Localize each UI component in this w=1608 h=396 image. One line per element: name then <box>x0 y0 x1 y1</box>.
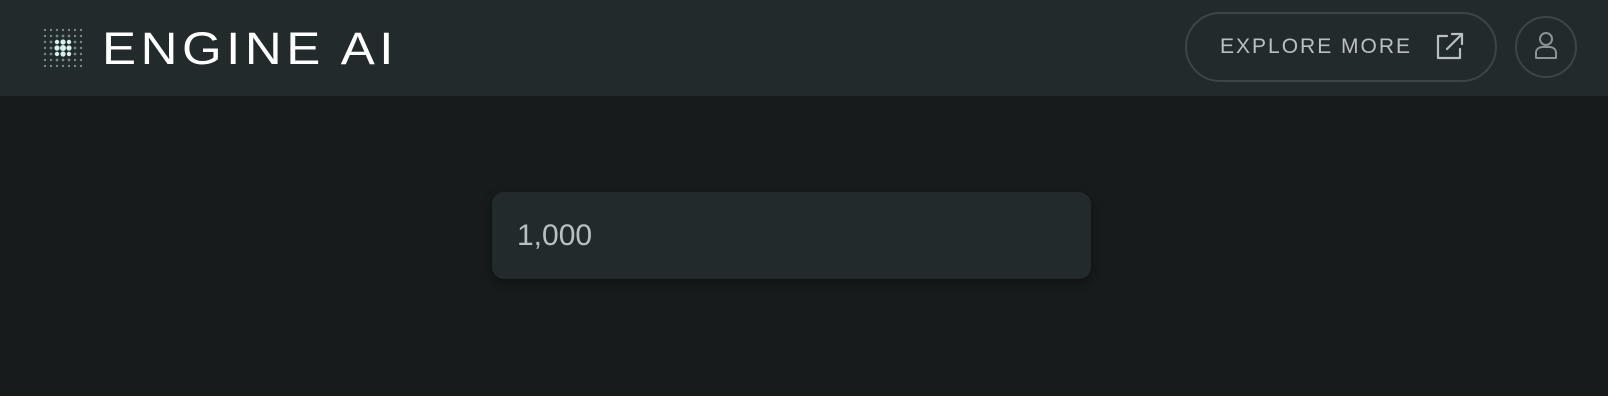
brand[interactable]: ENGINE AI <box>42 26 400 70</box>
external-link-icon <box>1432 30 1466 64</box>
brand-name: ENGINE AI <box>102 27 398 69</box>
explore-more-label: EXPLORE MORE <box>1220 35 1413 58</box>
field-value: 1,000 <box>517 218 593 252</box>
top-header: ENGINE AI EXPLORE MORE <box>0 0 1608 96</box>
user-icon <box>1533 30 1559 65</box>
brand-wordmark: ENGINE AI <box>102 27 398 69</box>
user-account-button[interactable] <box>1515 16 1577 78</box>
explore-more-button[interactable]: EXPLORE MORE <box>1185 12 1497 82</box>
engine-ai-logo-icon <box>43 28 83 68</box>
value-field[interactable]: 1,000 <box>492 192 1091 279</box>
